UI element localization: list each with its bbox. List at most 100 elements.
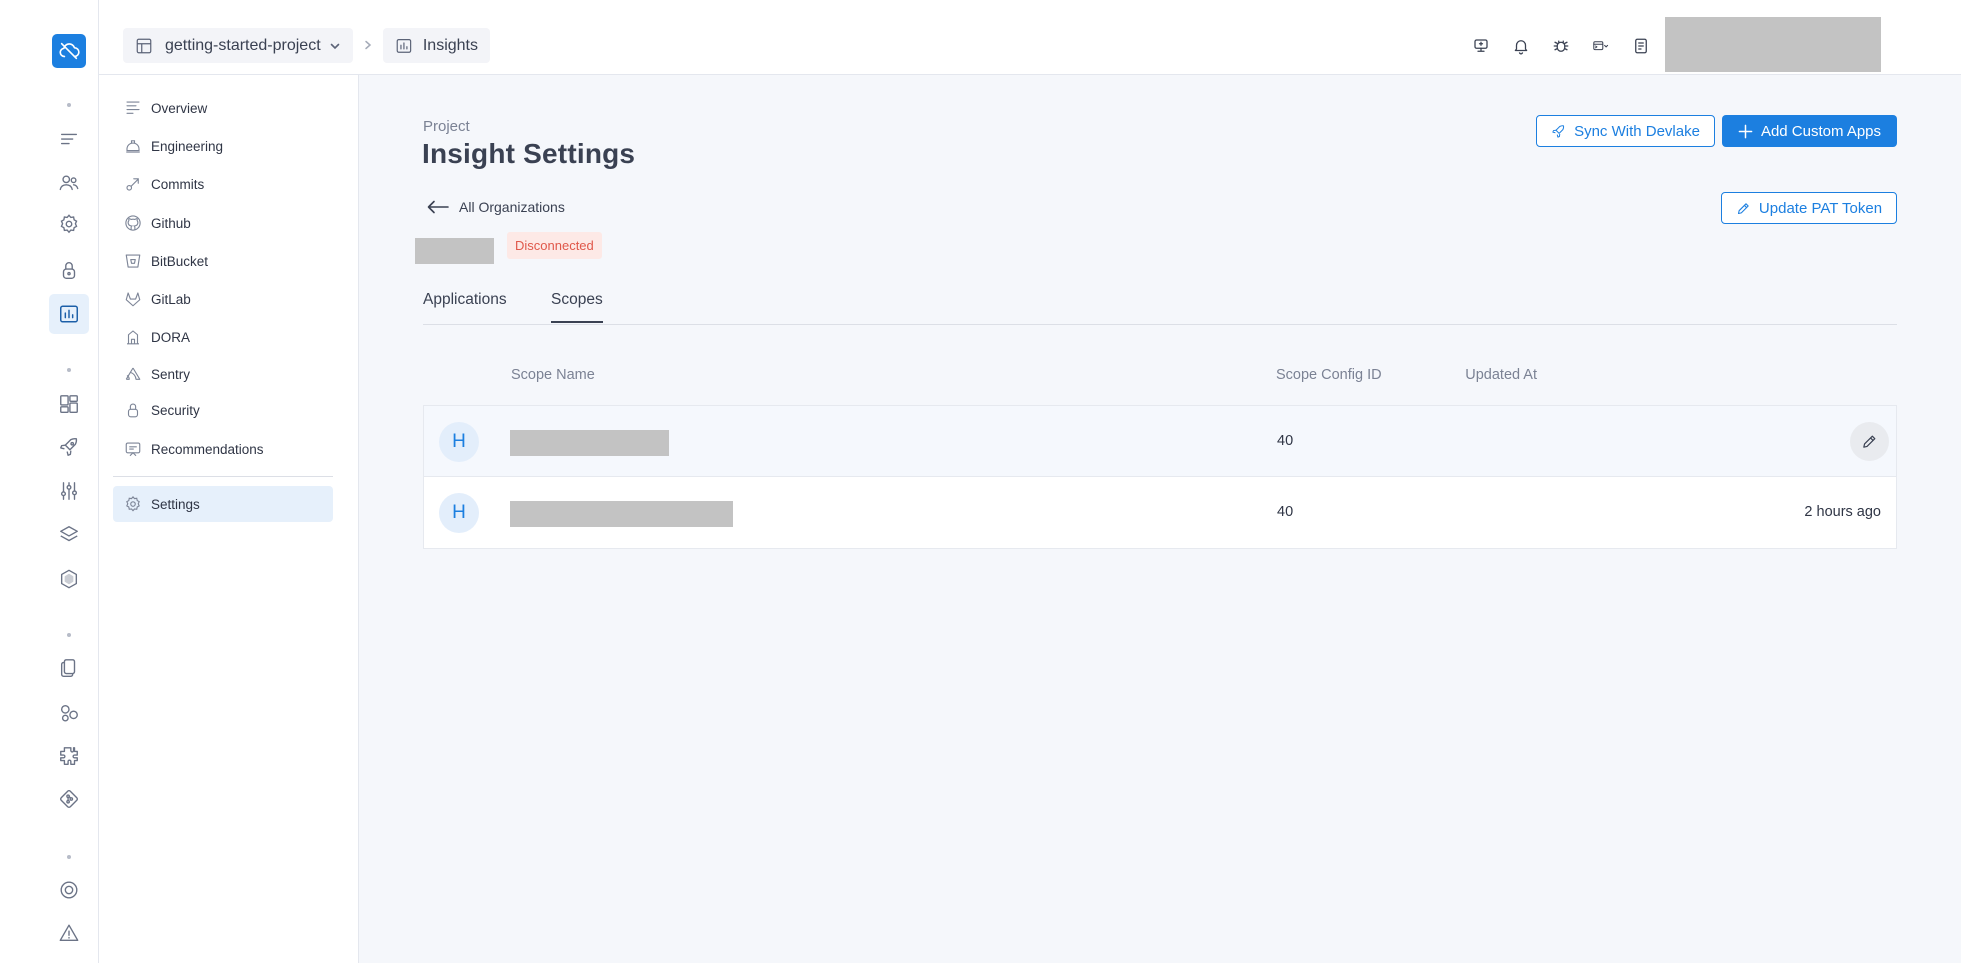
update-pat-token-button[interactable]: Update PAT Token [1721, 192, 1897, 224]
back-link-label: All Organizations [459, 199, 565, 215]
gear-icon [124, 495, 142, 513]
users-icon[interactable] [49, 163, 89, 203]
docs-icon[interactable] [49, 648, 89, 688]
recommendations-icon [124, 440, 142, 458]
sidebar-item-bitbucket[interactable]: BitBucket [113, 243, 333, 279]
scope-name-redacted [510, 430, 669, 456]
sidebar-item-label: Commits [151, 176, 205, 192]
table-row[interactable]: H 40 [423, 405, 1897, 477]
app-logo-icon[interactable] [52, 34, 86, 68]
rail-divider-dot [67, 855, 71, 859]
arrow-left-icon [427, 200, 459, 214]
page-eyebrow: Project [423, 118, 470, 135]
engineering-icon [124, 137, 142, 155]
sidebar-item-github[interactable]: Github [113, 205, 333, 241]
sidebar-item-dora[interactable]: DORA [113, 319, 333, 355]
chevron-right-icon [362, 38, 374, 52]
sidebar-item-label: Security [151, 402, 200, 418]
tab-scopes[interactable]: Scopes [551, 291, 603, 323]
project-name: getting-started-project [165, 36, 321, 54]
sidebar-item-sentry[interactable]: Sentry [113, 356, 333, 392]
shapes-icon[interactable] [49, 693, 89, 733]
sidebar-item-commits[interactable]: Commits [113, 166, 333, 202]
sidebar-item-label: BitBucket [151, 253, 209, 269]
breadcrumb-insights[interactable]: Insights [383, 28, 490, 63]
button-label: Sync With Devlake [1574, 122, 1700, 140]
list-icon[interactable] [49, 119, 89, 159]
document-icon[interactable] [1621, 35, 1661, 57]
git-diamond-icon[interactable] [49, 779, 89, 819]
chevron-down-icon [329, 40, 341, 52]
sidebar-item-label: DORA [151, 329, 191, 345]
github-icon [124, 214, 142, 232]
button-label: Add Custom Apps [1760, 122, 1882, 140]
top-header: getting-started-project Insights [99, 0, 1961, 75]
rocket-icon [1551, 124, 1574, 139]
chart-icon[interactable] [49, 294, 89, 334]
settings-tabs: Applications Scopes [423, 288, 1897, 325]
sidebar-item-overview[interactable]: Overview [113, 90, 333, 126]
layers-icon[interactable] [49, 515, 89, 555]
icon-rail [0, 0, 99, 963]
updated-at: 2 hours ago [1804, 504, 1881, 520]
warning-icon[interactable] [49, 913, 89, 953]
page-title: Insight Settings [422, 138, 636, 169]
pencil-icon [1861, 433, 1878, 450]
desktop-icon[interactable] [1461, 35, 1501, 57]
scope-config-id: 40 [1277, 504, 1294, 520]
scopes-table: H 40 H 40 2 hours ago [423, 405, 1897, 549]
column-header-scope-name: Scope Name [511, 367, 595, 383]
gitlab-icon [124, 290, 142, 308]
rail-divider-dot [67, 103, 71, 107]
edit-scope-button[interactable] [1850, 422, 1889, 461]
bitbucket-icon [124, 252, 142, 270]
lock-icon[interactable] [49, 250, 89, 290]
project-layout-icon [135, 37, 153, 55]
chart-icon [395, 37, 413, 55]
add-custom-apps-button[interactable]: Add Custom Apps [1722, 115, 1897, 147]
dora-icon [124, 328, 142, 346]
table-row[interactable]: H 40 2 hours ago [423, 477, 1897, 549]
avatar: H [439, 422, 479, 462]
sidebar-item-label: Sentry [151, 366, 191, 382]
back-to-organizations-link[interactable]: All Organizations [427, 199, 565, 215]
sidebar-item-label: Engineering [151, 138, 224, 154]
sidebar-item-label: Overview [151, 100, 208, 116]
bug-icon[interactable] [1541, 35, 1581, 57]
sidebar-item-settings[interactable]: Settings [113, 486, 333, 522]
browser-dropdown-icon[interactable] [1581, 35, 1621, 57]
column-header-scope-config-id: Scope Config ID [1276, 367, 1382, 383]
sentry-icon [124, 365, 142, 383]
project-switcher[interactable]: getting-started-project [123, 28, 353, 63]
header-actions [1461, 35, 1661, 57]
scope-name-redacted [510, 501, 733, 527]
shield-icon[interactable] [49, 559, 89, 599]
rocket-icon[interactable] [49, 427, 89, 467]
target-icon[interactable] [49, 870, 89, 910]
plus-icon [1738, 124, 1761, 139]
sync-with-devlake-button[interactable]: Sync With Devlake [1536, 115, 1715, 147]
widgets-icon[interactable] [49, 384, 89, 424]
scope-config-id: 40 [1277, 433, 1294, 449]
sidebar-item-security[interactable]: Security [113, 392, 333, 428]
avatar: H [439, 493, 479, 533]
puzzle-icon[interactable] [49, 736, 89, 776]
organization-name-redacted [415, 238, 494, 264]
sidebar-item-engineering[interactable]: Engineering [113, 128, 333, 164]
sliders-icon[interactable] [49, 471, 89, 511]
sidebar-item-label: GitLab [151, 291, 191, 307]
sidebar-item-gitlab[interactable]: GitLab [113, 281, 333, 317]
tab-applications[interactable]: Applications [423, 291, 507, 321]
rail-divider-dot [67, 368, 71, 372]
settings-icon[interactable] [49, 204, 89, 244]
sidebar-item-recommendations[interactable]: Recommendations [113, 431, 333, 467]
security-icon [124, 401, 142, 419]
breadcrumb-label: Insights [422, 36, 478, 54]
button-label: Update PAT Token [1758, 199, 1883, 217]
bell-icon[interactable] [1501, 35, 1541, 57]
sidebar-item-label: Github [151, 215, 191, 231]
rail-divider-dot [67, 633, 71, 637]
pencil-icon [1736, 201, 1759, 216]
column-header-updated-at: Updated At [1465, 367, 1537, 383]
account-redacted[interactable] [1665, 17, 1881, 72]
